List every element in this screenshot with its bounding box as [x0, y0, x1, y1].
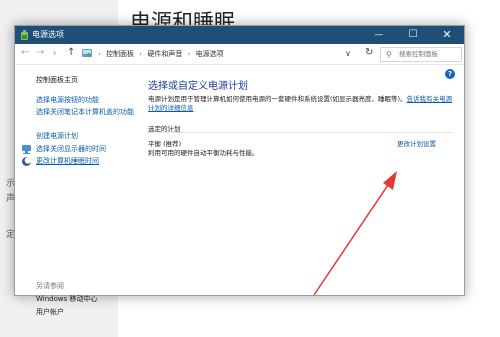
power-options-app-icon — [21, 30, 28, 40]
sidebar-link-sleep-time[interactable]: 更改计算机睡眠时间 — [36, 157, 99, 166]
control-panel-home-link[interactable]: 控制面板主页 — [36, 75, 78, 85]
breadcrumb-control-panel[interactable]: 控制面板 — [106, 50, 134, 58]
title-bar[interactable]: 电源选项 — ☐ ✕ — [15, 26, 464, 44]
search-box[interactable]: ⚲ — [380, 47, 462, 62]
forward-button[interactable]: → — [36, 47, 44, 58]
sidebar-link-lid-close[interactable]: 选择关闭笔记本计算机盖的功能 — [36, 108, 136, 117]
sidebar-link-power-buttons[interactable]: 选择电源按钮的功能 — [36, 96, 99, 105]
refresh-icon[interactable]: ↻ — [365, 47, 373, 58]
power-options-window: 电源选项 — ☐ ✕ ← → ∨ ↑ › 控制面板 › 硬件和声音 › 电源选项… — [14, 25, 465, 316]
display-shield-icon — [22, 145, 31, 154]
breadcrumb-hardware-and-sound[interactable]: 硬件和声音 — [147, 50, 182, 58]
see-also-link-user-accounts[interactable]: 用户帐户 — [36, 307, 64, 317]
up-button[interactable]: ↑ — [67, 47, 75, 58]
plan-description: 利用可用的硬件自动平衡功耗与性能。 — [148, 149, 259, 157]
breadcrumb: › 控制面板 › 硬件和声音 › 电源选项 — [95, 49, 224, 59]
page-title: 选择或自定义电源计划 — [148, 81, 248, 92]
minimize-button[interactable]: — — [362, 26, 396, 44]
see-also-link-mobility-center[interactable]: Windows 移动中心 — [36, 294, 97, 304]
maximize-button[interactable]: ☐ — [396, 26, 430, 44]
breadcrumb-separator: › — [187, 50, 191, 58]
close-button[interactable]: ✕ — [430, 26, 464, 44]
page-description: 电源计划是用于管理计算机如何使用电源的一套硬件和系统设置(如显示器亮度、睡眠等)… — [148, 95, 453, 112]
sidebar-link-display-off[interactable]: 选择关闭显示器的时间 — [36, 145, 106, 154]
window-title: 电源选项 — [32, 30, 64, 39]
control-panel-icon — [82, 49, 92, 57]
breadcrumb-separator: › — [98, 50, 101, 58]
description-text: 电源计划是用于管理计算机如何使用电源的一套硬件和系统设置(如显示器亮度、睡眠等)… — [148, 95, 407, 103]
section-divider — [148, 132, 453, 133]
help-icon[interactable]: ? — [445, 69, 455, 79]
change-plan-settings-link[interactable]: 更改计划设置 — [397, 138, 436, 148]
task-sidebar: 控制面板主页 选择电源按钮的功能 选择关闭笔记本计算机盖的功能 创建电源计划 选… — [15, 65, 136, 316]
search-input[interactable] — [399, 49, 459, 59]
recent-locations-dropdown[interactable]: ∨ — [52, 49, 57, 57]
address-dropdown-icon[interactable]: ∨ — [345, 49, 351, 58]
sidebar-link-create-plan[interactable]: 创建电源计划 — [36, 132, 78, 141]
sleep-moon-icon — [22, 157, 31, 166]
main-content: ? 选择或自定义电源计划 电源计划是用于管理计算机如何使用电源的一套硬件和系统设… — [135, 65, 464, 295]
address-bar: ← → ∨ ↑ › 控制面板 › 硬件和声音 › 电源选项 ∨ ↻ ⚲ — [15, 44, 464, 65]
breadcrumb-separator: › — [139, 50, 143, 58]
breadcrumb-power-options[interactable]: 电源选项 — [196, 50, 224, 58]
see-also-heading: 另请参阅 — [36, 282, 64, 290]
back-button[interactable]: ← — [21, 47, 29, 58]
search-icon: ⚲ — [386, 50, 392, 59]
